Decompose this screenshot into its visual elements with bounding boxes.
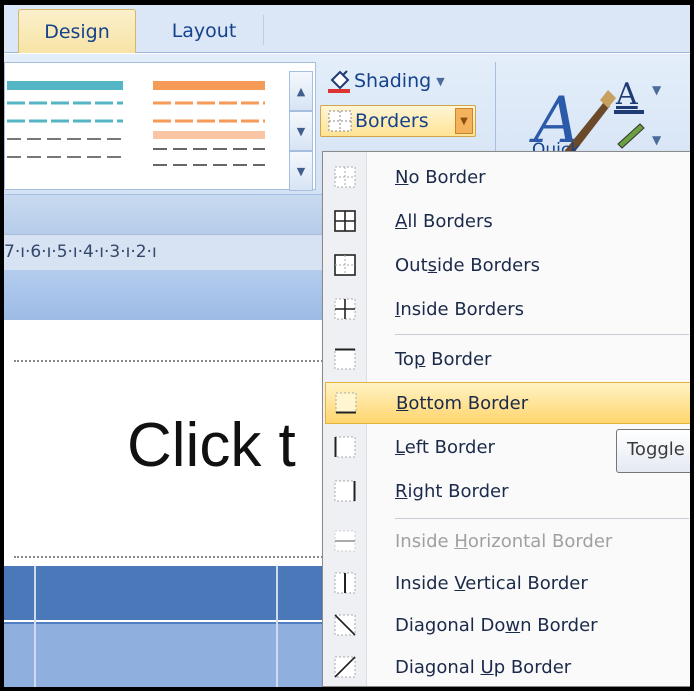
tooltip: Toggle — [616, 429, 690, 473]
svg-text:▼: ▼ — [652, 83, 662, 97]
borders-label: Borders — [355, 110, 429, 132]
right-border-icon — [325, 470, 365, 512]
no-border-icon — [325, 156, 365, 198]
shading-button[interactable]: Shading ▼ — [324, 65, 445, 97]
menu-item-label: Inside Vertical Border — [395, 572, 588, 594]
menu-item-inside-borders[interactable]: Inside Borders — [325, 288, 690, 330]
menu-item-label: Inside Horizontal Border — [395, 530, 613, 552]
tab-separator — [263, 15, 264, 45]
gallery-scroll: ▲ ▼ ▼ — [289, 71, 313, 195]
menu-item-label: Bottom Border — [396, 392, 529, 414]
menu-item-label: Right Border — [395, 480, 509, 502]
menu-item-label: Diagonal Down Border — [395, 614, 598, 636]
menu-item-inside-vertical-border[interactable]: Inside Vertical Border — [325, 562, 690, 604]
menu-item-diagonal-down-border[interactable]: Diagonal Down Border — [325, 604, 690, 646]
shading-label: Shading — [354, 70, 432, 92]
ruler-numbers: 7·ı·6·ı·5·ı·4·ı·3·ı·2·ı — [4, 242, 157, 262]
font-color-icon: A ▼ — [614, 77, 662, 114]
bottom-border-icon — [326, 382, 366, 424]
app-frame: Design Layout ▲ ▼ ▼ Shading ▼ Borders ▼ … — [4, 5, 690, 687]
menu-item-label: No Border — [395, 166, 486, 188]
diagonal-down-border-icon — [325, 604, 365, 646]
chevron-up-icon: ▲ — [296, 84, 306, 98]
all-borders-icon — [325, 200, 365, 242]
chevron-down-icon: ▼ — [296, 124, 306, 138]
borders-icon — [325, 107, 355, 135]
menu-item-no-border[interactable]: No Border — [325, 156, 690, 198]
tab-design[interactable]: Design — [18, 9, 136, 53]
menu-item-outside-borders[interactable]: Outside Borders — [325, 244, 690, 286]
inside-horizontal-border-icon — [325, 520, 365, 562]
inside-vertical-border-icon — [325, 562, 365, 604]
menu-item-label: Diagonal Up Border — [395, 656, 572, 678]
menu-item-label: Inside Borders — [395, 298, 525, 320]
gallery-down-button[interactable]: ▼ — [289, 111, 313, 151]
gallery-more-button[interactable]: ▼ — [289, 151, 313, 191]
svg-text:▼: ▼ — [652, 133, 662, 147]
inside-borders-icon — [325, 288, 365, 330]
menu-item-label: Left Border — [395, 436, 495, 458]
outside-borders-icon — [325, 244, 365, 286]
menu-separator — [395, 334, 689, 335]
menu-separator — [395, 518, 689, 519]
menu-item-bottom-border[interactable]: Bottom Border — [325, 382, 690, 424]
menu-item-label: All Borders — [395, 210, 493, 232]
borders-dropdown-menu: No Border All Borders Outside Borders In… — [322, 151, 690, 687]
table-column-divider — [34, 566, 36, 687]
chevron-down-icon: ▼ — [436, 74, 445, 88]
left-border-icon — [325, 426, 365, 468]
borders-button[interactable]: Borders ▼ — [320, 105, 476, 137]
diagonal-up-border-icon — [325, 646, 365, 687]
table-column-divider — [276, 566, 278, 687]
menu-item-top-border[interactable]: Top Border — [325, 338, 690, 380]
menu-item-diagonal-up-border[interactable]: Diagonal Up Border — [325, 646, 690, 687]
borders-dropdown-arrow[interactable]: ▼ — [455, 108, 473, 134]
gallery-expand-icon: ▼ — [296, 164, 306, 178]
table-style-thumbnail-teal[interactable] — [5, 77, 127, 179]
menu-item-label: Outside Borders — [395, 254, 540, 276]
ribbon-tab-bar: Design Layout — [4, 5, 690, 53]
title-placeholder-text[interactable]: Click t — [127, 410, 296, 481]
menu-item-all-borders[interactable]: All Borders — [325, 200, 690, 242]
table-styles-gallery: ▲ ▼ ▼ — [4, 62, 316, 191]
menu-item-label: Top Border — [395, 348, 492, 370]
gallery-up-button[interactable]: ▲ — [289, 71, 313, 111]
table-style-thumbnail-orange[interactable] — [147, 77, 269, 179]
menu-item-right-border[interactable]: Right Border — [325, 470, 690, 512]
tab-layout[interactable]: Layout — [144, 9, 264, 53]
menu-item-inside-horizontal-border: Inside Horizontal Border — [325, 520, 690, 562]
top-border-icon — [325, 338, 365, 380]
paint-bucket-icon — [324, 67, 354, 95]
svg-text:A: A — [615, 77, 638, 112]
